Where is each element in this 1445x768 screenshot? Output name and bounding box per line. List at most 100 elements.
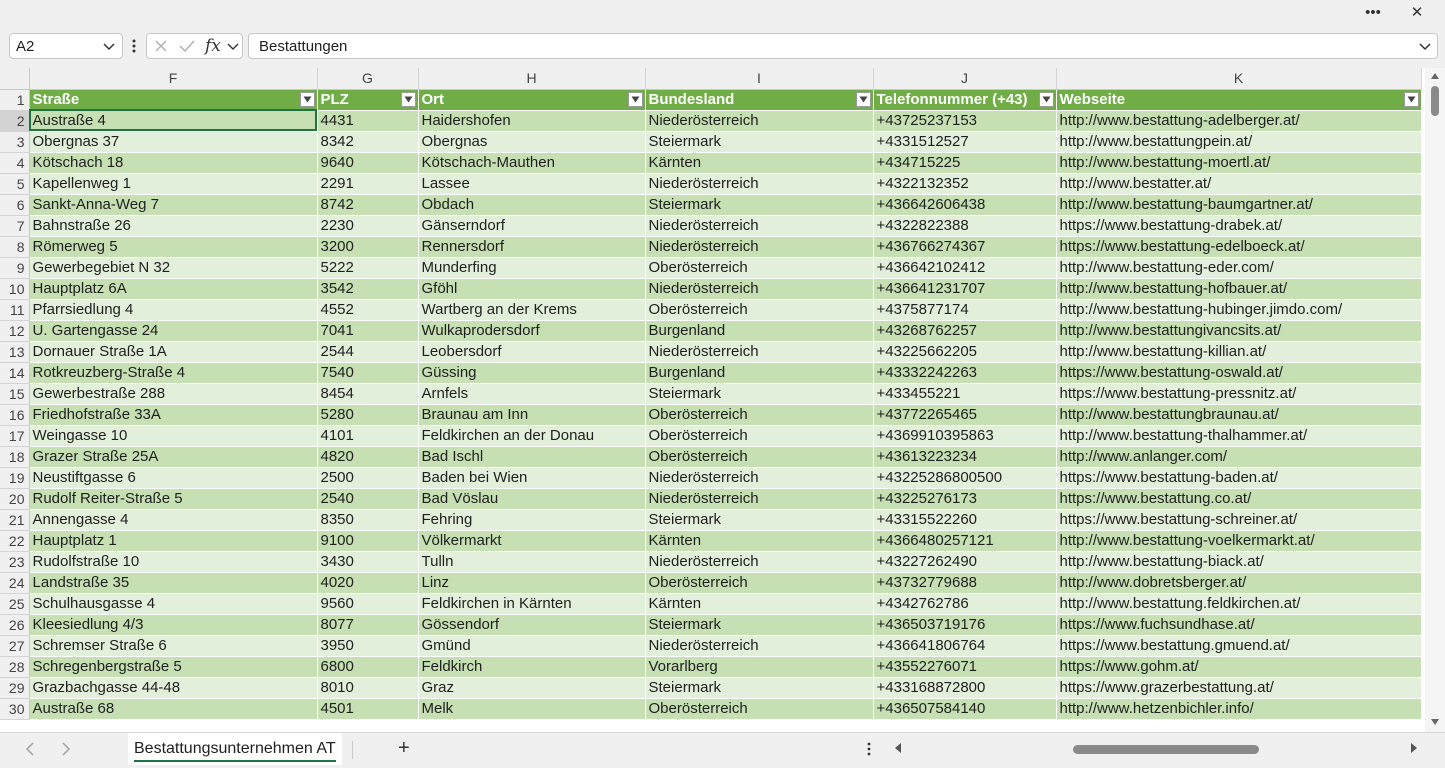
table-header-cell[interactable]: Ort bbox=[418, 89, 646, 111]
table-cell[interactable]: Bahnstraße 26 bbox=[29, 215, 318, 237]
table-cell[interactable]: +434715225 bbox=[873, 152, 1057, 174]
row-header[interactable]: 11 bbox=[0, 299, 30, 321]
table-cell[interactable]: Austraße 68 bbox=[29, 698, 318, 720]
table-cell[interactable]: 9640 bbox=[317, 152, 419, 174]
table-header-cell[interactable]: PLZ bbox=[317, 89, 419, 111]
table-cell[interactable]: Obergnas 37 bbox=[29, 131, 318, 153]
row-header[interactable]: 20 bbox=[0, 488, 30, 510]
table-cell[interactable]: Oberösterreich bbox=[645, 257, 874, 279]
table-cell[interactable]: Rudolfstraße 10 bbox=[29, 551, 318, 573]
vertical-scroll-thumb[interactable] bbox=[1431, 86, 1439, 116]
chevron-down-icon[interactable] bbox=[226, 38, 240, 59]
table-cell[interactable]: Linz bbox=[418, 572, 646, 594]
sheet-tab-active[interactable]: Bestattungsunternehmen AT bbox=[128, 733, 342, 765]
table-cell[interactable]: +436507584140 bbox=[873, 698, 1057, 720]
vertical-scrollbar[interactable] bbox=[1425, 68, 1445, 732]
column-header-i[interactable]: I bbox=[645, 68, 874, 90]
table-cell[interactable]: 8350 bbox=[317, 509, 419, 531]
row-header[interactable]: 27 bbox=[0, 635, 30, 657]
table-cell[interactable]: Kapellenweg 1 bbox=[29, 173, 318, 195]
cancel-icon[interactable] bbox=[153, 38, 169, 59]
table-cell[interactable]: Kötschach-Mauthen bbox=[418, 152, 646, 174]
table-cell[interactable]: Hauptplatz 1 bbox=[29, 530, 318, 552]
row-header[interactable]: 28 bbox=[0, 656, 30, 678]
table-cell[interactable]: Feldkirchen in Kärnten bbox=[418, 593, 646, 615]
table-cell[interactable]: http://www.bestattung-biack.at/ bbox=[1056, 551, 1422, 573]
row-header[interactable]: 9 bbox=[0, 257, 30, 279]
row-header[interactable]: 26 bbox=[0, 614, 30, 636]
table-cell[interactable]: https://www.bestattung-schreiner.at/ bbox=[1056, 509, 1422, 531]
table-cell[interactable]: Friedhofstraße 33A bbox=[29, 404, 318, 426]
table-cell[interactable]: Burgenland bbox=[645, 320, 874, 342]
table-cell[interactable]: Gmünd bbox=[418, 635, 646, 657]
table-cell[interactable]: 3542 bbox=[317, 278, 419, 300]
row-header[interactable]: 1 bbox=[0, 89, 30, 111]
table-cell[interactable]: 4552 bbox=[317, 299, 419, 321]
table-cell[interactable]: +436641806764 bbox=[873, 635, 1057, 657]
table-cell[interactable]: 5280 bbox=[317, 404, 419, 426]
table-cell[interactable]: 6800 bbox=[317, 656, 419, 678]
table-cell[interactable]: Kärnten bbox=[645, 530, 874, 552]
table-cell[interactable]: +43315522260 bbox=[873, 509, 1057, 531]
table-cell[interactable]: Munderfing bbox=[418, 257, 646, 279]
table-cell[interactable]: Feldkirchen an der Donau bbox=[418, 425, 646, 447]
table-cell[interactable]: Schremser Straße 6 bbox=[29, 635, 318, 657]
table-cell[interactable]: +43227262490 bbox=[873, 551, 1057, 573]
table-cell[interactable]: Neustiftgasse 6 bbox=[29, 467, 318, 489]
table-cell[interactable]: http://www.dobretsberger.at/ bbox=[1056, 572, 1422, 594]
table-cell[interactable]: Gänserndorf bbox=[418, 215, 646, 237]
table-cell[interactable]: http://www.bestattung-adelberger.at/ bbox=[1056, 110, 1422, 132]
table-header-cell[interactable]: Telefonnummer (+43) bbox=[873, 89, 1057, 111]
table-cell[interactable]: http://www.bestattung-hubinger.jimdo.com… bbox=[1056, 299, 1422, 321]
table-cell[interactable]: Gföhl bbox=[418, 278, 646, 300]
table-cell[interactable]: http://www.hetzenbichler.info/ bbox=[1056, 698, 1422, 720]
table-cell[interactable]: 2540 bbox=[317, 488, 419, 510]
column-header-j[interactable]: J bbox=[873, 68, 1057, 90]
table-cell[interactable]: Güssing bbox=[418, 362, 646, 384]
table-cell[interactable]: Steiermark bbox=[645, 194, 874, 216]
table-cell[interactable]: 8342 bbox=[317, 131, 419, 153]
table-cell[interactable]: Hauptplatz 6A bbox=[29, 278, 318, 300]
table-cell[interactable]: 7041 bbox=[317, 320, 419, 342]
table-cell[interactable]: Kärnten bbox=[645, 593, 874, 615]
table-cell[interactable]: 3950 bbox=[317, 635, 419, 657]
table-cell[interactable]: Niederösterreich bbox=[645, 635, 874, 657]
table-cell[interactable]: Obergnas bbox=[418, 131, 646, 153]
table-cell[interactable]: Wartberg an der Krems bbox=[418, 299, 646, 321]
table-cell[interactable]: http://www.bestattung-moertl.at/ bbox=[1056, 152, 1422, 174]
row-header[interactable]: 2 bbox=[0, 110, 30, 132]
table-cell[interactable]: +43772265465 bbox=[873, 404, 1057, 426]
table-cell[interactable]: +4375877174 bbox=[873, 299, 1057, 321]
table-cell[interactable]: http://www.bestattung-baumgartner.at/ bbox=[1056, 194, 1422, 216]
scroll-right-icon[interactable] bbox=[1409, 741, 1419, 759]
table-cell[interactable]: Oberösterreich bbox=[645, 572, 874, 594]
table-cell[interactable]: 3200 bbox=[317, 236, 419, 258]
table-cell[interactable]: Fehring bbox=[418, 509, 646, 531]
table-cell[interactable]: Arnfels bbox=[418, 383, 646, 405]
table-cell[interactable]: http://www.bestattungpein.at/ bbox=[1056, 131, 1422, 153]
table-cell[interactable]: Steiermark bbox=[645, 383, 874, 405]
table-cell[interactable]: Grazbachgasse 44-48 bbox=[29, 677, 318, 699]
enter-check-icon[interactable] bbox=[178, 38, 196, 59]
row-header[interactable]: 24 bbox=[0, 572, 30, 594]
table-cell[interactable]: https://www.bestattung-oswald.at/ bbox=[1056, 362, 1422, 384]
filter-dropdown-icon[interactable] bbox=[627, 91, 643, 107]
row-header[interactable]: 5 bbox=[0, 173, 30, 195]
table-cell[interactable]: 2544 bbox=[317, 341, 419, 363]
table-cell[interactable]: http://www.bestattung-hofbauer.at/ bbox=[1056, 278, 1422, 300]
table-cell[interactable]: https://www.bestattung-edelboeck.at/ bbox=[1056, 236, 1422, 258]
table-cell[interactable]: Dornauer Straße 1A bbox=[29, 341, 318, 363]
table-cell[interactable]: Steiermark bbox=[645, 509, 874, 531]
table-cell[interactable]: Graz bbox=[418, 677, 646, 699]
table-cell[interactable]: https://www.bestattung-drabek.at/ bbox=[1056, 215, 1422, 237]
row-header[interactable]: 16 bbox=[0, 404, 30, 426]
table-header-cell[interactable]: Straße bbox=[29, 89, 318, 111]
table-cell[interactable]: 2291 bbox=[317, 173, 419, 195]
table-cell[interactable]: 5222 bbox=[317, 257, 419, 279]
table-cell[interactable]: Leobersdorf bbox=[418, 341, 646, 363]
filter-dropdown-icon[interactable] bbox=[400, 91, 416, 107]
table-cell[interactable]: +43268762257 bbox=[873, 320, 1057, 342]
insert-function-button[interactable]: fx bbox=[205, 36, 221, 56]
table-cell[interactable]: +43725237153 bbox=[873, 110, 1057, 132]
table-cell[interactable]: Niederösterreich bbox=[645, 341, 874, 363]
